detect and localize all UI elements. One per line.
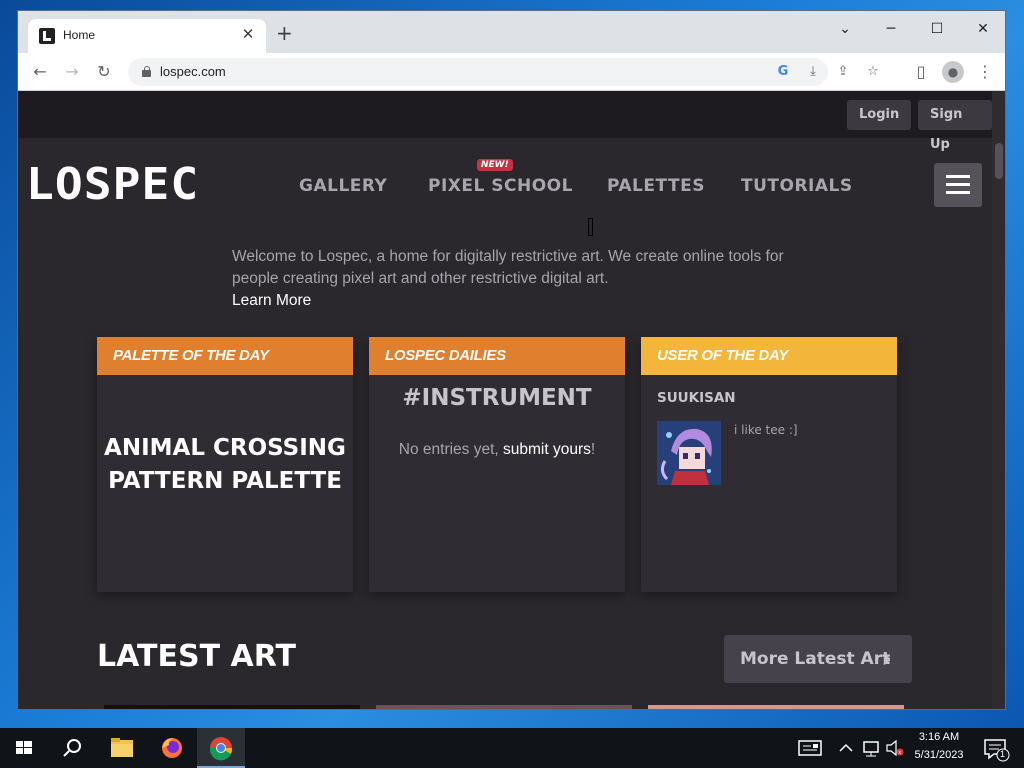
browser-window: Home ✕ + ⌄ ─ ☐ ✕ ← → ↻ lospec.com G ⤓ ⇪ … — [17, 10, 1006, 710]
news-widget-icon[interactable] — [790, 728, 830, 768]
bookmark-star-icon[interactable]: ☆ — [864, 63, 882, 81]
dailies-empty-message: No entries yet, submit yours! — [369, 441, 625, 459]
nav-tutorials[interactable]: TUTORIALS — [741, 176, 853, 196]
card-header: LOSPEC DAILIES — [369, 337, 625, 375]
page-content: Login Sign Up LOSPEC GALLERY NEW! PIXEL … — [18, 91, 992, 709]
install-app-icon[interactable]: ⤓ — [804, 63, 822, 81]
reload-icon[interactable]: ↻ — [93, 61, 115, 83]
art-thumbnail[interactable] — [648, 705, 904, 709]
learn-more-link[interactable]: Learn More — [232, 290, 792, 312]
side-panel-icon[interactable]: ▯ — [910, 61, 932, 83]
back-arrow-icon[interactable]: ← — [29, 61, 51, 83]
login-button[interactable]: Login — [847, 100, 912, 130]
more-latest-art-label: More Latest Art — [740, 649, 891, 669]
firefox-icon[interactable] — [148, 728, 196, 768]
google-lens-icon[interactable]: G — [774, 63, 792, 81]
text-cursor-icon — [588, 218, 593, 236]
chevron-up-icon[interactable] — [835, 728, 857, 768]
daily-tag[interactable]: #INSTRUMENT — [369, 385, 625, 411]
tab-home[interactable]: Home ✕ — [28, 19, 266, 53]
minimize-button[interactable]: ─ — [868, 15, 914, 43]
more-latest-art-button[interactable]: More Latest Art › — [724, 635, 912, 683]
profile-avatar-icon[interactable]: ● — [942, 61, 964, 83]
chrome-icon[interactable] — [197, 728, 245, 768]
tab-bar: Home ✕ + ⌄ ─ ☐ ✕ — [18, 11, 1005, 53]
latest-art-heading: LATEST ART — [97, 639, 296, 674]
art-thumbnail[interactable] — [104, 705, 360, 709]
lospec-favicon-icon — [39, 28, 55, 44]
notification-count: 1 — [1000, 749, 1006, 759]
tab-search-icon[interactable]: ⌄ — [822, 15, 868, 43]
user-bio: i like tee :] — [734, 423, 798, 437]
search-icon[interactable] — [48, 728, 96, 768]
palette-title-line2: PATTERN PALETTE — [108, 468, 342, 494]
scrollbar-thumb[interactable] — [995, 143, 1003, 179]
close-window-button[interactable]: ✕ — [960, 15, 1005, 43]
welcome-text-block: Welcome to Lospec, a home for digitally … — [232, 246, 792, 312]
card-header: PALETTE OF THE DAY — [97, 337, 353, 375]
hamburger-menu-icon[interactable] — [934, 163, 982, 207]
tab-close-icon[interactable]: ✕ — [238, 25, 258, 43]
share-icon[interactable]: ⇪ — [834, 63, 852, 81]
page-scrollbar[interactable] — [992, 91, 1005, 709]
palette-title[interactable]: ANIMAL CROSSING PATTERN PALETTE — [97, 432, 353, 498]
lock-icon[interactable] — [142, 66, 151, 77]
nav-palettes[interactable]: PALETTES — [607, 176, 705, 196]
start-button[interactable] — [0, 728, 48, 768]
art-thumbnail[interactable] — [376, 705, 632, 709]
network-icon[interactable] — [860, 728, 882, 768]
new-badge: NEW! — [477, 159, 513, 171]
forward-arrow-icon[interactable]: → — [61, 61, 83, 83]
file-explorer-icon[interactable] — [98, 728, 146, 768]
address-bar[interactable]: lospec.com G ⤓ ⇪ ☆ — [128, 58, 879, 86]
clock-date[interactable]: 5/31/2023 — [906, 749, 972, 761]
chevron-right-icon: › — [881, 644, 892, 674]
card-header: USER OF THE DAY — [641, 337, 897, 375]
welcome-text: Welcome to Lospec, a home for digitally … — [232, 248, 784, 287]
svg-text:x: x — [898, 750, 901, 756]
nav-pixel-school[interactable]: PIXEL SCHOOL — [428, 176, 573, 196]
maximize-button[interactable]: ☐ — [914, 15, 960, 43]
signup-button[interactable]: Sign Up — [918, 100, 992, 152]
palette-of-the-day-card[interactable]: PALETTE OF THE DAY ANIMAL CROSSING PATTE… — [97, 337, 353, 592]
new-tab-button[interactable]: + — [276, 23, 293, 43]
user-of-the-day-card: USER OF THE DAY SUUKISAN i like tee :] — [641, 337, 897, 592]
tab-title: Home — [63, 28, 96, 42]
empty-prefix: No entries yet, — [398, 441, 504, 458]
lospec-dailies-card: LOSPEC DAILIES #INSTRUMENT No entries ye… — [369, 337, 625, 592]
windows-taskbar: x 3:16 AM 5/31/2023 1 — [0, 728, 1024, 768]
volume-muted-icon[interactable]: x — [884, 728, 906, 768]
browser-toolbar: ← → ↻ lospec.com G ⤓ ⇪ ☆ ▯ ● ⋮ — [18, 53, 1005, 91]
username-link[interactable]: SUUKISAN — [657, 390, 736, 406]
empty-suffix: ! — [590, 441, 596, 458]
clock-time[interactable]: 3:16 AM — [906, 731, 972, 743]
palette-title-line1: ANIMAL CROSSING — [104, 435, 346, 461]
user-avatar[interactable] — [657, 421, 721, 485]
site-topbar: Login Sign Up — [18, 91, 992, 152]
url-text[interactable]: lospec.com — [160, 64, 226, 79]
nav-gallery[interactable]: GALLERY — [299, 176, 387, 196]
lospec-logo[interactable]: LOSPEC — [26, 163, 199, 207]
more-menu-icon[interactable]: ⋮ — [974, 61, 996, 83]
submit-yours-link[interactable]: submit yours — [503, 441, 591, 458]
notification-center-icon[interactable]: 1 — [976, 728, 1016, 768]
